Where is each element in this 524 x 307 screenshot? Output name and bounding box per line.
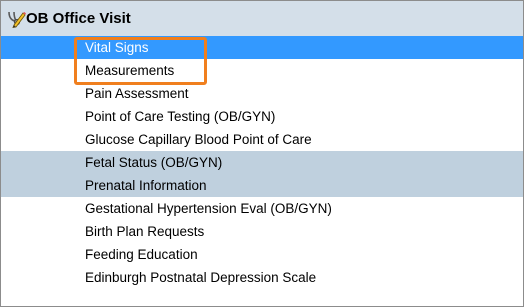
band-item-vital-signs[interactable]: Vital Signs (1, 36, 523, 59)
band-item-measurements[interactable]: Measurements (1, 59, 523, 82)
stethoscope-pencil-icon (8, 11, 26, 28)
band-item-feeding-education[interactable]: Feeding Education (1, 243, 523, 266)
band-item-edinburgh-postnatal[interactable]: Edinburgh Postnatal Depression Scale (1, 266, 523, 289)
band-item-label: Edinburgh Postnatal Depression Scale (85, 270, 317, 285)
band-item-label: Glucose Capillary Blood Point of Care (85, 132, 312, 147)
band-item-prenatal-information[interactable]: Prenatal Information (1, 174, 523, 197)
band-item-fetal-status[interactable]: Fetal Status (OB/GYN) (1, 151, 523, 174)
band-item-label: Feeding Education (85, 247, 198, 262)
section-header[interactable]: OB Office Visit (1, 1, 523, 36)
band-item-glucose-capillary[interactable]: Glucose Capillary Blood Point of Care (1, 128, 523, 151)
band-navigator-panel: OB Office Visit Vital Signs Measurements… (0, 0, 524, 307)
band-item-label: Pain Assessment (85, 86, 189, 101)
band-item-point-of-care-testing[interactable]: Point of Care Testing (OB/GYN) (1, 105, 523, 128)
band-item-label: Prenatal Information (85, 178, 207, 193)
band-item-label: Birth Plan Requests (85, 224, 205, 239)
band-item-pain-assessment[interactable]: Pain Assessment (1, 82, 523, 105)
band-item-birth-plan-requests[interactable]: Birth Plan Requests (1, 220, 523, 243)
band-item-label: Point of Care Testing (OB/GYN) (85, 109, 276, 124)
band-item-label: Gestational Hypertension Eval (OB/GYN) (85, 201, 332, 216)
section-title: OB Office Visit (26, 10, 131, 27)
band-item-label: Vital Signs (85, 40, 149, 55)
band-item-label: Fetal Status (OB/GYN) (85, 155, 223, 170)
band-item-label: Measurements (85, 63, 175, 78)
band-item-gestational-hypertension[interactable]: Gestational Hypertension Eval (OB/GYN) (1, 197, 523, 220)
